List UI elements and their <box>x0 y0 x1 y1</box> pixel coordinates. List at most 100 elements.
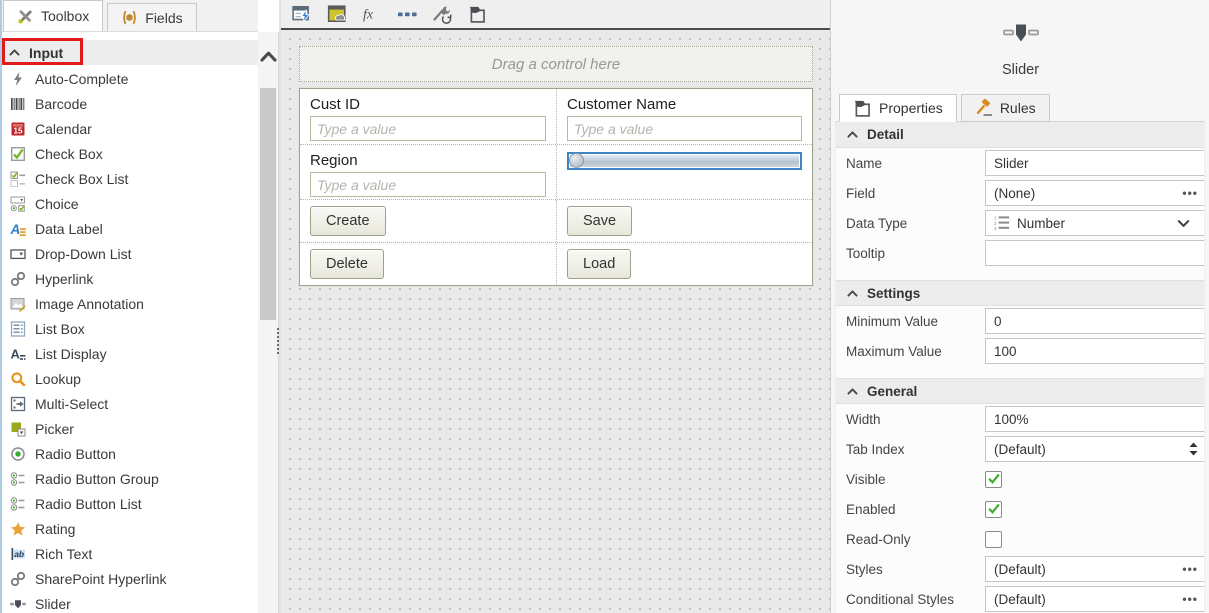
tab-rules-label: Rules <box>1000 100 1036 116</box>
property-row-visible: Visible <box>836 464 1204 494</box>
toolbox-item-list-display[interactable]: AList Display <box>0 341 258 366</box>
minimum-value-input[interactable] <box>985 308 1205 334</box>
calendar-icon: 15 <box>9 120 26 137</box>
toolbox-section-input[interactable]: Input <box>0 40 258 65</box>
picker-value: (Default) <box>994 592 1178 607</box>
toolbox-item-auto-complete[interactable]: Auto-Complete <box>0 66 258 91</box>
property-label: Tab Index <box>846 442 985 457</box>
rating-icon <box>9 520 26 537</box>
toolbox-item-choice[interactable]: Choice <box>0 191 258 216</box>
section-header-detail[interactable]: Detail <box>836 122 1204 148</box>
form-cell: Cust ID <box>300 89 556 144</box>
toolbox-item-radio-button[interactable]: Radio Button <box>0 441 258 466</box>
toolbox-item-slider[interactable]: Slider <box>0 591 258 613</box>
panel-splitter-handle[interactable] <box>277 328 283 354</box>
tab-fields[interactable]: Fields <box>107 3 196 31</box>
property-control <box>985 531 1205 548</box>
more-options-button[interactable] <box>394 2 420 26</box>
property-row-styles: Styles(Default)••• <box>836 554 1204 584</box>
width-input[interactable] <box>985 406 1205 432</box>
load-button[interactable]: Load <box>567 249 631 279</box>
form-cell: Create <box>300 200 556 242</box>
slider-control[interactable] <box>567 152 802 170</box>
theme-button[interactable] <box>324 2 350 26</box>
sharepoint-hyperlink-icon <box>9 570 26 587</box>
property-label: Minimum Value <box>846 314 985 329</box>
ellipsis-button[interactable]: ••• <box>1178 562 1198 576</box>
data-table-button[interactable] <box>289 2 315 26</box>
toolbox-scrollbar[interactable] <box>258 32 279 613</box>
save-button[interactable]: Save <box>567 206 632 236</box>
region-input[interactable] <box>310 172 546 197</box>
toolbox-item-picker[interactable]: Picker <box>0 416 258 441</box>
read-only-checkbox[interactable] <box>985 531 1002 548</box>
toolbox-item-list-box[interactable]: List Box <box>0 316 258 341</box>
property-label: Tooltip <box>846 246 985 261</box>
drop-zone[interactable]: Drag a control here <box>299 46 813 82</box>
slider-handle[interactable] <box>569 153 584 168</box>
rich-text-icon: ab <box>9 545 26 562</box>
spinner-buttons-icon[interactable] <box>1185 442 1198 456</box>
chevron-down-icon[interactable] <box>1176 216 1191 231</box>
toolbox-item-rating[interactable]: Rating <box>0 516 258 541</box>
property-label: Width <box>846 412 985 427</box>
generate-rules-button[interactable] <box>429 2 455 26</box>
toolbox-item-lookup[interactable]: Lookup <box>0 366 258 391</box>
enabled-checkbox[interactable] <box>985 501 1002 518</box>
property-label: Maximum Value <box>846 344 985 359</box>
property-control <box>985 240 1205 266</box>
toolbox-item-barcode[interactable]: Barcode <box>0 91 258 116</box>
customer-name-input[interactable] <box>567 116 802 141</box>
expression-button[interactable]: fx <box>359 2 385 26</box>
create-button[interactable]: Create <box>310 206 386 236</box>
delete-button[interactable]: Delete <box>310 249 384 279</box>
form-cell: Delete <box>300 243 556 285</box>
check-box-icon <box>9 145 26 162</box>
cust-id-input[interactable] <box>310 116 546 141</box>
toolbox-item-check-box-list[interactable]: Check Box List <box>0 166 258 191</box>
toolbox-item-image-annotation[interactable]: Image Annotation <box>0 291 258 316</box>
scroll-up-button[interactable] <box>258 42 279 70</box>
tools-refresh-icon <box>432 5 453 24</box>
property-row-tooltip: Tooltip <box>836 238 1204 268</box>
toolbox-item-radio-button-group[interactable]: Radio Button Group <box>0 466 258 491</box>
field-picker[interactable]: (None)••• <box>985 180 1205 206</box>
property-control <box>985 308 1205 334</box>
styles-picker[interactable]: (Default)••• <box>985 556 1205 582</box>
tab-index-spinner[interactable]: (Default) <box>985 436 1205 462</box>
maximum-value-input[interactable] <box>985 338 1205 364</box>
toolbox-item-hyperlink[interactable]: Hyperlink <box>0 266 258 291</box>
tooltip-input[interactable] <box>985 240 1205 266</box>
name-input[interactable] <box>985 150 1205 176</box>
tab-properties[interactable]: Properties <box>839 94 957 122</box>
toolbox-item-label: Drop-Down List <box>35 246 131 262</box>
toolbox-item-sharepoint-hyperlink[interactable]: SharePoint Hyperlink <box>0 566 258 591</box>
auto-complete-icon <box>9 70 26 87</box>
tab-fields-label: Fields <box>145 10 182 26</box>
fx-icon: fx <box>361 5 383 23</box>
scrollbar-thumb[interactable] <box>260 88 276 320</box>
toolbox-item-rich-text[interactable]: abRich Text <box>0 541 258 566</box>
toolbox-item-data-label[interactable]: AData Label <box>0 216 258 241</box>
section-title: Settings <box>867 286 920 301</box>
section-header-settings[interactable]: Settings <box>836 280 1204 306</box>
ellipsis-button[interactable]: ••• <box>1178 186 1198 200</box>
property-control <box>985 338 1205 364</box>
conditional-styles-picker[interactable]: (Default)••• <box>985 586 1205 612</box>
slider-track[interactable] <box>570 155 799 167</box>
toolbox-item-radio-button-list[interactable]: Radio Button List <box>0 491 258 516</box>
section-title: Detail <box>867 127 904 142</box>
control-tag-button[interactable] <box>464 2 490 26</box>
section-header-general[interactable]: General <box>836 378 1204 404</box>
design-canvas[interactable]: fx Drag a control here Cust ID Customer … <box>281 0 830 613</box>
toolbox-item-calendar[interactable]: 15Calendar <box>0 116 258 141</box>
toolbox-item-multi-select[interactable]: Multi-Select <box>0 391 258 416</box>
ellipsis-button[interactable]: ••• <box>1178 592 1198 606</box>
toolbox-item-check-box[interactable]: Check Box <box>0 141 258 166</box>
tab-rules[interactable]: Rules <box>961 94 1050 122</box>
tab-toolbox[interactable]: Toolbox <box>3 0 103 31</box>
toolbox-item-drop-down-list[interactable]: Drop-Down List <box>0 241 258 266</box>
property-row-data-type: Data Type123Number <box>836 208 1204 238</box>
data-type-dropdown[interactable]: 123Number <box>985 210 1205 236</box>
visible-checkbox[interactable] <box>985 471 1002 488</box>
